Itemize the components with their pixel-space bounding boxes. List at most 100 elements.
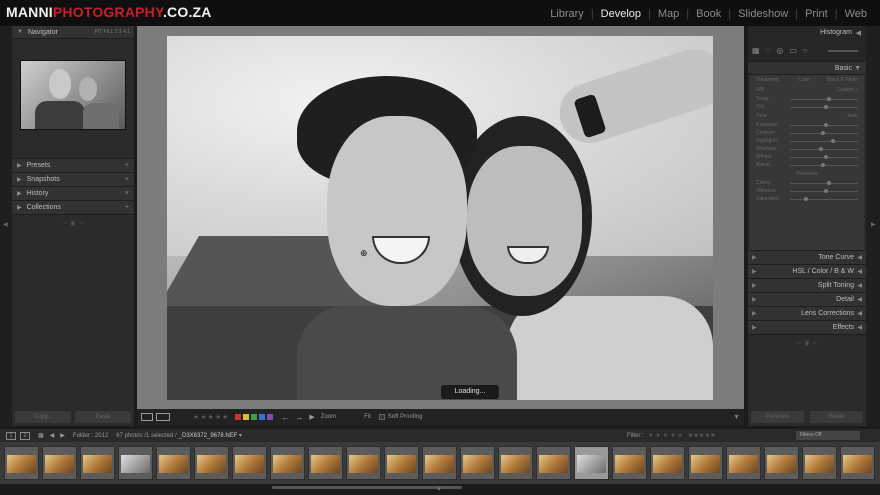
navigator-preview[interactable] <box>12 39 134 159</box>
module-web[interactable]: Web <box>838 8 874 20</box>
navigator-header[interactable]: ▼ Navigator FIT FILL 1:1 4:1 <box>12 26 134 39</box>
treatment-row[interactable]: Treatment : Color Black & White <box>750 75 864 85</box>
right-section-split-toning[interactable]: ▶ Split Toning ◀ <box>748 279 866 293</box>
treatment-bw-option[interactable]: Black & White <box>827 77 858 83</box>
slider-track[interactable] <box>790 104 858 109</box>
left-section-collections[interactable]: ▶ Collections + <box>12 201 134 215</box>
slider-track[interactable] <box>790 122 858 127</box>
red-eye-icon[interactable]: ◎ <box>776 46 783 55</box>
slider-shadows[interactable]: Shadows <box>750 145 864 153</box>
left-section-presets[interactable]: ▶ Presets + <box>12 159 134 173</box>
filmstrip-thumbnail[interactable] <box>42 446 77 480</box>
slider-knob[interactable] <box>827 180 832 185</box>
filmstrip-thumbnail[interactable] <box>156 446 191 480</box>
slider-track[interactable] <box>790 196 858 201</box>
filmstrip-thumbnail[interactable] <box>650 446 685 480</box>
graduated-filter-icon[interactable]: ▭ <box>789 46 797 55</box>
slider-track[interactable] <box>790 188 858 193</box>
slider-track[interactable] <box>790 96 858 101</box>
right-section-hsl-color-b-w[interactable]: ▶ HSL / Color / B & W ◀ <box>748 265 866 279</box>
slider-highlights[interactable]: Highlights <box>750 137 864 145</box>
filmstrip-thumbnail[interactable] <box>536 446 571 480</box>
before-after-view-icon[interactable] <box>156 413 170 421</box>
slider-knob[interactable] <box>820 130 825 135</box>
slider-knob[interactable] <box>824 104 828 109</box>
play-icon[interactable]: ▶ <box>309 413 314 421</box>
slider-blacks[interactable]: Blacks <box>750 161 864 169</box>
paste-button[interactable]: Paste <box>75 411 131 423</box>
filmstrip-thumbnail[interactable] <box>422 446 457 480</box>
primary-window-button[interactable]: 1 <box>6 431 16 440</box>
collapse-right-arrow-icon[interactable]: ▶ <box>871 221 876 228</box>
back-arrow-icon[interactable]: ◀ <box>50 432 55 439</box>
slider-knob[interactable] <box>818 146 823 151</box>
wb-select[interactable]: Custom ÷ <box>837 87 858 93</box>
module-print[interactable]: Print <box>798 8 835 20</box>
section-action-icon[interactable]: + <box>125 162 129 169</box>
slider-knob[interactable] <box>824 188 828 193</box>
slider-track[interactable] <box>790 180 858 185</box>
right-section-detail[interactable]: ▶ Detail ◀ <box>748 293 866 307</box>
filmstrip-thumbnail[interactable] <box>384 446 419 480</box>
section-action-icon[interactable]: + <box>125 176 129 183</box>
histogram-header[interactable]: Histogram ◀ <box>748 26 866 39</box>
slider-track[interactable] <box>790 154 858 159</box>
histogram-panel[interactable]: Histogram ◀ ▦ ◌ ◎ ▭ ○ <box>748 26 866 62</box>
filmstrip-thumbnail[interactable] <box>612 446 647 480</box>
filmstrip-thumbnail[interactable] <box>688 446 723 480</box>
left-panel-edge[interactable]: ◀ <box>0 26 12 426</box>
right-section-effects[interactable]: ▶ Effects ◀ <box>748 321 866 335</box>
slider-knob[interactable] <box>824 122 828 127</box>
filmstrip-thumbnail[interactable] <box>232 446 267 480</box>
color-label-swatch[interactable] <box>235 414 242 420</box>
rating-stars[interactable]: ★★★★★ <box>193 413 229 421</box>
right-section-lens-corrections[interactable]: ▶ Lens Corrections ◀ <box>748 307 866 321</box>
grid-view-icon[interactable]: ▦ <box>38 432 44 439</box>
slider-contrast[interactable]: Contrast <box>750 129 864 137</box>
slider-track[interactable] <box>790 146 858 151</box>
filmstrip-thumbnail[interactable] <box>194 446 229 480</box>
slider-whites[interactable]: Whites <box>750 153 864 161</box>
filmstrip-thumbnail[interactable] <box>270 446 305 480</box>
slider-clarity[interactable]: Clarity <box>750 179 864 187</box>
color-label-swatch[interactable] <box>259 414 266 420</box>
main-photo[interactable]: ⊕ Loading... <box>167 36 713 400</box>
filmstrip-thumbnail[interactable] <box>4 446 39 480</box>
slider-saturation[interactable]: Saturation <box>750 195 864 203</box>
loupe-view-icon[interactable] <box>141 413 153 421</box>
copy-button[interactable]: Copy... <box>15 411 71 423</box>
filmstrip-thumbnail[interactable] <box>726 446 761 480</box>
reset-button[interactable]: Reset <box>810 411 863 423</box>
color-label-swatch[interactable] <box>267 414 274 420</box>
slider-knob[interactable] <box>824 154 828 159</box>
filmstrip-thumbnail[interactable] <box>460 446 495 480</box>
previous-button[interactable]: Previous <box>751 411 804 423</box>
navigator-zoom-options[interactable]: FIT FILL 1:1 4:1 <box>95 29 130 35</box>
secondary-window-button[interactable]: 2 <box>20 431 30 440</box>
filmstrip-thumbnail[interactable] <box>764 446 799 480</box>
filmstrip-thumbnail[interactable] <box>80 446 115 480</box>
section-action-icon[interactable]: × <box>125 190 129 197</box>
color-label-swatch[interactable] <box>243 414 250 420</box>
left-section-snapshots[interactable]: ▶ Snapshots + <box>12 173 134 187</box>
prev-next-arrows-icon[interactable]: ←→ <box>281 413 309 422</box>
right-panel-edge[interactable]: ▶ <box>866 26 880 426</box>
filmstrip-thumbnail[interactable] <box>346 446 381 480</box>
soft-proofing-checkbox[interactable] <box>378 414 385 420</box>
slider-track[interactable] <box>790 138 858 143</box>
forward-arrow-icon[interactable]: ▶ <box>60 432 65 439</box>
slider-tint[interactable]: Tint <box>750 103 864 111</box>
filmstrip-thumbnail[interactable] <box>308 446 343 480</box>
slider-knob[interactable] <box>827 96 832 101</box>
crop-tool-icon[interactable]: ▦ <box>752 46 760 55</box>
treatment-color-option[interactable]: Color <box>798 77 810 83</box>
filmstrip-thumbnail[interactable] <box>840 446 875 480</box>
slider-knob[interactable] <box>820 162 825 167</box>
section-action-icon[interactable]: + <box>125 204 129 211</box>
slider-track[interactable] <box>790 130 858 135</box>
image-view-area[interactable]: ⊕ Loading... <box>137 26 744 409</box>
module-slideshow[interactable]: Slideshow <box>731 8 795 20</box>
right-section-tone-curve[interactable]: ▶ Tone Curve ◀ <box>748 251 866 265</box>
spot-removal-icon[interactable]: ◌ <box>766 46 771 55</box>
zoom-value[interactable]: Fit <box>364 414 371 420</box>
